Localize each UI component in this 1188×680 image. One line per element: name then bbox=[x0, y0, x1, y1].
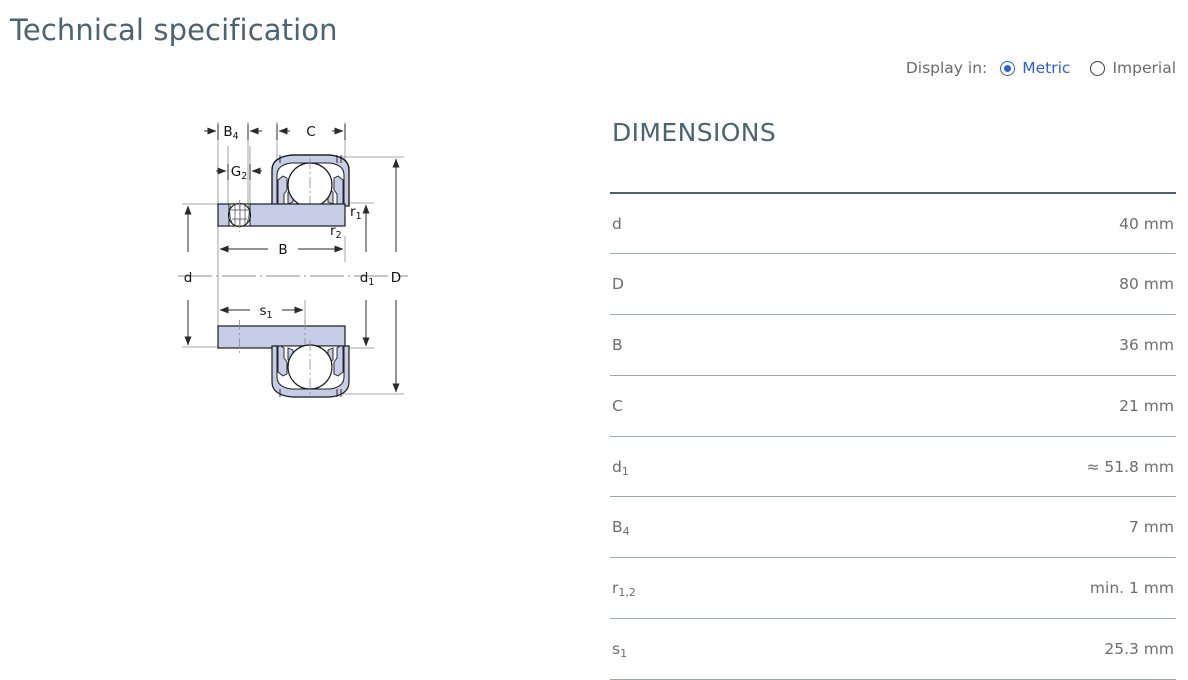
inner-ring-upper bbox=[217, 200, 346, 232]
bearing-cross-section-svg: B4 C G2 B s1 d d1 D r1 r2 bbox=[178, 122, 408, 398]
dimension-row: C 21 mm bbox=[610, 375, 1176, 437]
lower-outer-ring bbox=[271, 340, 350, 398]
label-r1: r1 bbox=[350, 204, 362, 222]
dimension-symbol: D bbox=[610, 253, 743, 316]
label-d1: d1 bbox=[360, 270, 375, 288]
dimension-symbol: B bbox=[610, 314, 743, 376]
dimensions-table: d 40 mm D 80 mm B 36 mm C 21 mm d1 ≈ 51.8 mm B4 7 m… bbox=[610, 192, 1176, 680]
dimension-value: min. 1 mm bbox=[742, 557, 1176, 620]
label-B: B bbox=[278, 242, 287, 258]
radio-imperial[interactable]: Imperial bbox=[1090, 59, 1176, 77]
label-d: d bbox=[184, 270, 193, 286]
radio-imperial-label: Imperial bbox=[1112, 59, 1176, 77]
dimension-value: ≈ 51.8 mm bbox=[742, 436, 1176, 498]
dimension-symbol: B4 bbox=[610, 496, 743, 559]
dimension-symbol: s1 bbox=[610, 618, 743, 680]
dimension-value: 25.3 mm bbox=[742, 618, 1176, 680]
dimension-row: r1,2 min. 1 mm bbox=[610, 557, 1176, 620]
dimension-row: B 36 mm bbox=[610, 314, 1176, 376]
dimension-value: 21 mm bbox=[742, 375, 1176, 437]
dimension-value: 80 mm bbox=[742, 253, 1176, 316]
dimension-symbol: d bbox=[610, 193, 743, 255]
dimension-value: 40 mm bbox=[742, 193, 1176, 255]
technical-drawing-panel: B4 C G2 B s1 d d1 D r1 r2 bbox=[0, 0, 600, 674]
label-B4: B4 bbox=[223, 124, 238, 142]
label-C: C bbox=[306, 124, 315, 140]
dimension-row: s1 25.3 mm bbox=[610, 618, 1176, 680]
dimensions-panel: DIMENSIONS d 40 mm D 80 mm B 36 mm C 21 mm d1 ≈ 5… bbox=[610, 118, 1176, 680]
dimensions-heading: DIMENSIONS bbox=[612, 118, 777, 147]
dimension-symbol: d1 bbox=[610, 436, 743, 498]
dimension-symbol: r1,2 bbox=[610, 557, 743, 620]
display-in-label: Display in: bbox=[905, 59, 988, 77]
dimension-symbol: C bbox=[610, 375, 743, 437]
label-s1: s1 bbox=[259, 303, 272, 321]
dimension-row: D 80 mm bbox=[610, 253, 1176, 316]
radio-metric-label: Metric bbox=[1022, 59, 1071, 77]
radio-unselected-icon[interactable] bbox=[1090, 60, 1106, 76]
dimension-value: 36 mm bbox=[742, 314, 1176, 376]
dimension-row: d 40 mm bbox=[610, 193, 1176, 255]
radio-selected-icon[interactable] bbox=[1000, 60, 1016, 76]
display-units-toggle: Display in: Metric Imperial bbox=[906, 59, 1176, 77]
radio-metric[interactable]: Metric bbox=[1000, 59, 1070, 77]
dimension-row: B4 7 mm bbox=[610, 496, 1176, 559]
label-G2: G2 bbox=[231, 164, 248, 182]
dimension-row: d1 ≈ 51.8 mm bbox=[610, 436, 1176, 498]
label-D: D bbox=[391, 270, 401, 286]
dimension-value: 7 mm bbox=[742, 496, 1176, 559]
drawing-geometry bbox=[178, 122, 408, 398]
